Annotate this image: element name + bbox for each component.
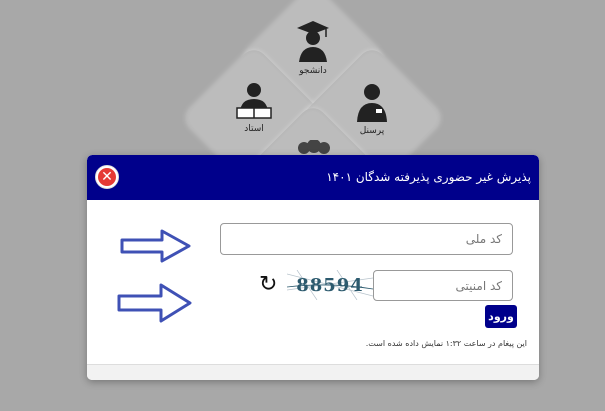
teacher-icon	[236, 83, 272, 119]
refresh-captcha-icon[interactable]: ↻	[259, 273, 277, 297]
student-tile[interactable]: دانشجو	[258, 20, 368, 76]
arrow-right-icon	[120, 229, 191, 263]
staff-tile[interactable]: پرسنل	[317, 82, 427, 136]
staff-icon	[357, 84, 387, 122]
student-label: دانشجو	[299, 66, 327, 76]
captcha-image: 88594	[287, 270, 373, 300]
modal-title: پذیرش غیر حضوری پذیرفته شدگان ۱۴۰۱	[326, 170, 531, 184]
modal-footer	[87, 364, 539, 380]
close-button[interactable]: ✕	[95, 165, 119, 189]
timestamp-message: این پیغام در ساعت ۱:۳۲ نمایش داده شده اس…	[365, 339, 527, 348]
national-code-input[interactable]	[220, 223, 513, 255]
admission-modal: پذیرش غیر حضوری پذیرفته شدگان ۱۴۰۱ ✕ 885…	[87, 155, 539, 380]
student-icon	[297, 21, 329, 62]
security-code-input[interactable]	[373, 270, 513, 301]
group-icon	[298, 140, 330, 154]
arrow-right-icon	[117, 283, 192, 323]
staff-label: پرسنل	[359, 126, 385, 136]
modal-header: پذیرش غیر حضوری پذیرفته شدگان ۱۴۰۱ ✕	[87, 155, 539, 200]
teacher-tile[interactable]: استاد	[199, 82, 309, 134]
login-button[interactable]: ورود	[485, 305, 517, 328]
close-icon: ✕	[98, 168, 116, 186]
teacher-label: استاد	[244, 124, 264, 134]
